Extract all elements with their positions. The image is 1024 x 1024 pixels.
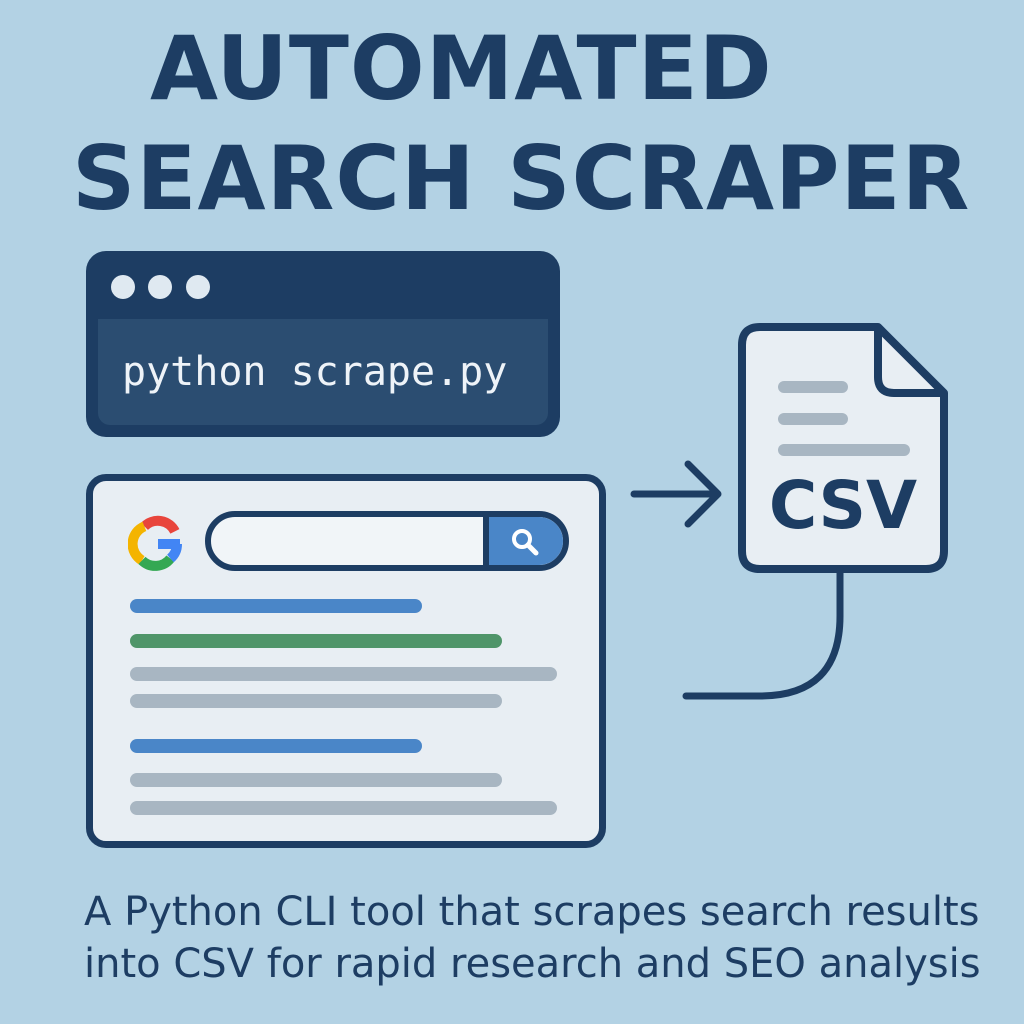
window-dot-icon bbox=[111, 275, 135, 299]
result-snippet-line bbox=[130, 667, 557, 681]
google-g-icon bbox=[128, 515, 183, 571]
result-snippet-line bbox=[130, 773, 502, 787]
result-snippet-line bbox=[130, 694, 502, 708]
search-input[interactable] bbox=[205, 511, 569, 571]
result-title-line bbox=[130, 599, 422, 613]
magnifier-icon bbox=[512, 529, 539, 556]
window-dot-icon bbox=[186, 275, 210, 299]
description-text: A Python CLI tool that scrapes search re… bbox=[84, 889, 981, 987]
csv-file-label: CSV bbox=[768, 467, 918, 544]
result-snippet-line bbox=[130, 801, 557, 815]
connector-line bbox=[682, 566, 844, 700]
terminal-title-bar bbox=[86, 251, 560, 319]
terminal-command: python scrape.py bbox=[122, 349, 508, 395]
result-url-line bbox=[130, 634, 502, 648]
terminal-window: python scrape.py bbox=[86, 251, 560, 437]
search-results-window bbox=[86, 474, 606, 848]
title-line-1: AUTOMATED bbox=[150, 17, 773, 120]
title-line-2: SEARCH SCRAPER bbox=[72, 127, 971, 230]
result-title-line bbox=[130, 739, 422, 753]
window-dot-icon bbox=[148, 275, 172, 299]
arrow-right-icon bbox=[630, 460, 722, 528]
search-button[interactable] bbox=[483, 517, 563, 565]
